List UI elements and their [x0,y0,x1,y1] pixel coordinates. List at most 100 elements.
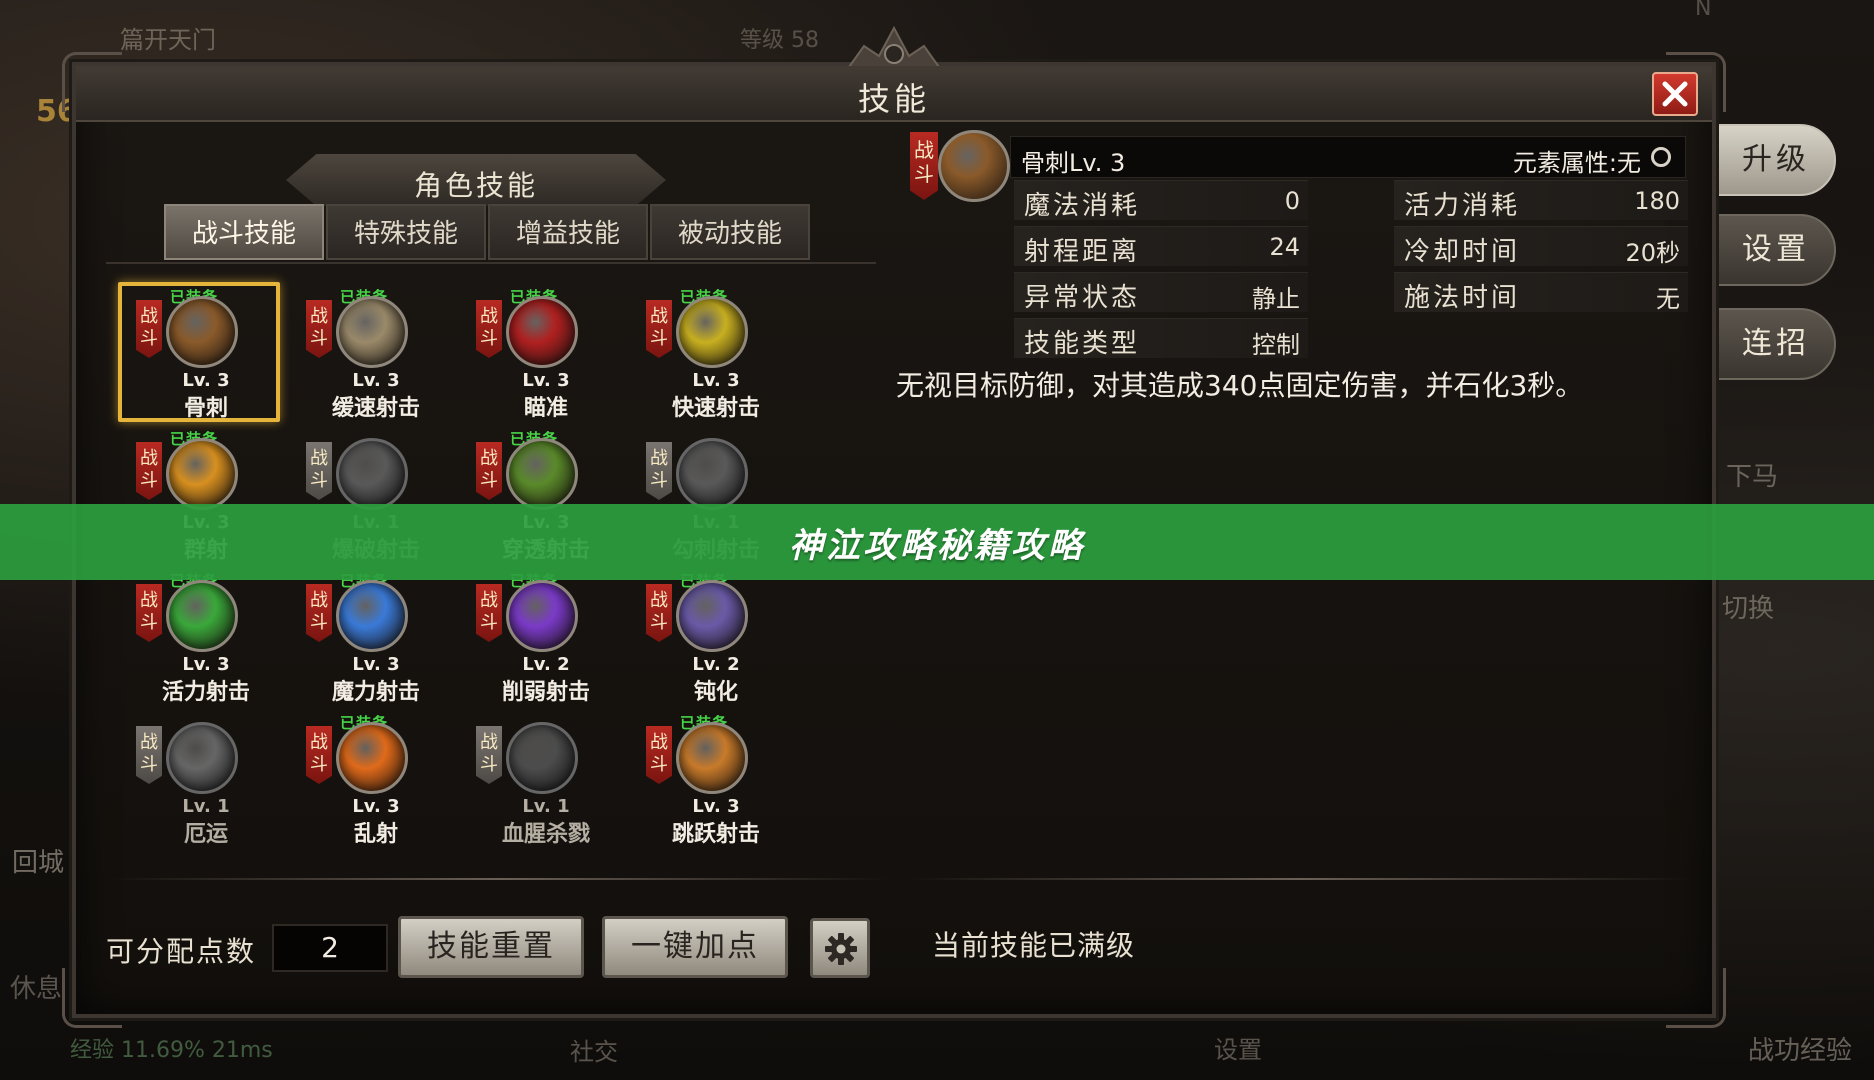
skill-level: Lv. 3 [522,370,570,391]
tab-buff-skills[interactable]: 增益技能 [488,204,648,260]
combat-tag: 战 斗 [646,726,672,784]
tab-combat-skills[interactable]: 战斗技能 [164,204,324,260]
side-upgrade-button[interactable]: 升级 [1716,124,1836,196]
stat-key: 施法时间 [1404,283,1521,313]
skill-tabs: 战斗技能 特殊技能 增益技能 被动技能 [164,204,810,260]
stat-key: 异常状态 [1024,283,1141,313]
skill-level: Lv. 3 [182,370,230,391]
skill-name: 魔力射击 [331,680,420,705]
divider [110,878,890,880]
stat-key: 魔法消耗 [1024,191,1141,221]
combat-tag: 战 斗 [476,726,502,784]
combat-tag: 战 斗 [476,442,502,500]
window-title: 技能 [857,80,930,118]
skill-name: 瞄准 [523,396,568,421]
skill-icon [336,722,408,794]
frame-corner-ornament [62,968,122,1028]
bg-merit-exp-button[interactable]: 战功经验 [1748,1030,1852,1067]
close-icon [1662,81,1688,107]
skill-icon [166,722,238,794]
close-button[interactable] [1652,72,1698,116]
skill-icon [336,438,408,510]
max-level-status: 当前技能已满级 [932,929,1136,962]
skill-slot[interactable]: 战 斗已装备Lv. 2削弱射击 [466,572,616,705]
skill-slot[interactable]: 战 斗已装备Lv. 3活力射击 [126,572,276,705]
skill-slot[interactable]: 战 斗已装备Lv. 3缓速射击 [296,288,446,421]
stat-stamina-cost: 活力消耗 180 [1394,180,1688,221]
side-combo-button[interactable]: 连招 [1716,308,1836,380]
stat-value: 20秒 [1625,239,1680,267]
skill-icon [676,580,748,652]
skill-level: Lv. 3 [692,796,740,817]
reset-skills-button[interactable]: 技能重置 [398,916,584,978]
skill-icon [166,580,238,652]
skill-slot[interactable]: 战 斗已装备Lv. 3瞄准 [466,288,616,421]
skill-name: 骨刺 [183,396,228,421]
bg-switch-button[interactable]: 切换 [1722,588,1774,625]
skill-icon [676,722,748,794]
skill-name: 钝化 [693,680,738,705]
skill-slot[interactable]: 战 斗已装备Lv. 3魔力射击 [296,572,446,705]
divider [908,878,1690,880]
skill-slot[interactable]: 战 斗 Lv. 1 厄运 [126,714,276,847]
skill-name: 乱射 [353,822,398,847]
stat-value: 0 [1284,187,1300,215]
gear-icon [825,933,857,965]
skill-slot[interactable]: 战 斗 Lv. 1 血腥杀戮 [466,714,616,847]
stat-key: 冷却时间 [1404,237,1521,267]
skill-name: 厄运 [183,822,228,847]
combat-tag: 战 斗 [646,584,672,642]
stat-range: 射程距离 24 [1014,226,1308,267]
skill-level: Lv. 3 [352,370,400,391]
bg-exp-status: 经验 11.69% 21ms [70,1038,273,1063]
overlay-banner: 神泣攻略秘籍攻略 [0,504,1874,580]
skill-slot[interactable]: 战 斗已装备Lv. 3快速射击 [636,288,786,421]
tab-special-skills[interactable]: 特殊技能 [326,204,486,260]
combat-tag: 战 斗 [646,300,672,358]
stat-skill-type: 技能类型 控制 [1014,318,1308,359]
settings-gear-button[interactable] [810,918,870,978]
detail-skill-icon [938,130,1010,202]
section-title: 角色技能 [413,169,538,202]
stat-value: 24 [1269,233,1300,261]
bg-return-town-button[interactable]: 回城 [12,842,64,879]
stat-value: 无 [1656,285,1680,313]
bg-dismount-button[interactable]: 下马 [1726,456,1778,493]
bg-social-button[interactable]: 社交 [570,1032,618,1067]
skill-slot[interactable]: 战 斗已装备Lv. 2钝化 [636,572,786,705]
skill-name: 血腥杀戮 [501,822,590,847]
bg-map-title: 篇开天门 [120,26,216,54]
skill-level: Lv. 3 [352,796,400,817]
bg-compass-n: N [1695,0,1712,21]
auto-allocate-button[interactable]: 一键加点 [602,916,788,978]
skill-slot[interactable]: 战 斗已装备Lv. 3骨刺 [118,282,280,422]
overlay-banner-text: 神泣攻略秘籍攻略 [789,526,1085,566]
section-banner: 角色技能 [286,154,666,206]
detail-header: 骨刺Lv. 3 元素属性:无 [1010,136,1686,178]
combat-tag: 战 斗 [306,584,332,642]
skill-icon [336,296,408,368]
skill-slot[interactable]: 战 斗已装备Lv. 3乱射 [296,714,446,847]
tab-passive-skills[interactable]: 被动技能 [650,204,810,260]
points-value: 2 [272,924,388,972]
stat-cooldown: 冷却时间 20秒 [1394,226,1688,267]
detail-combat-tag: 战 斗 [910,132,938,200]
stat-key: 活力消耗 [1404,191,1521,221]
stat-value: 180 [1634,187,1680,215]
skill-icon [506,580,578,652]
tabs-divider [106,262,876,264]
combat-tag: 战 斗 [136,300,162,358]
combat-tag: 战 斗 [136,726,162,784]
skill-name: 缓速射击 [331,396,420,421]
bg-rest-button[interactable]: 休息 [10,968,62,1005]
skill-slot[interactable]: 战 斗已装备Lv. 3跳跃射击 [636,714,786,847]
stat-mana-cost: 魔法消耗 0 [1014,180,1308,221]
stat-value: 控制 [1252,331,1300,359]
skill-level: Lv. 3 [182,654,230,675]
skill-icon [166,438,238,510]
combat-tag: 战 斗 [136,584,162,642]
bg-settings-button[interactable]: 设置 [1214,1030,1262,1065]
skill-level: Lv. 3 [352,654,400,675]
stat-status-effect: 异常状态 静止 [1014,272,1308,313]
side-settings-button[interactable]: 设置 [1716,214,1836,286]
